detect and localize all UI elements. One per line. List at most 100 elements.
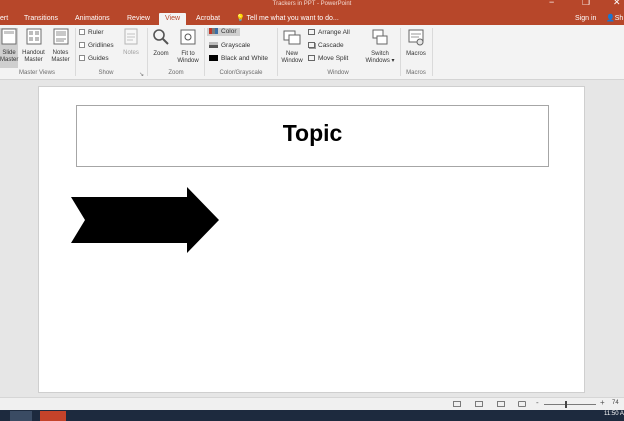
dialog-launcher-icon[interactable]: ↘ — [139, 71, 144, 78]
tell-me-text: Tell me what you want to do... — [246, 15, 339, 22]
share-label: Sh — [614, 15, 624, 22]
macros-label: Macros — [406, 51, 426, 57]
arrange-all-icon — [308, 29, 315, 35]
switch-windows-icon — [372, 29, 388, 45]
group-label-macros: Macros — [406, 70, 426, 76]
notes-icon — [124, 28, 138, 45]
taskbar: 11:50 A — [0, 410, 624, 421]
title-bar: Trackers in PPT - PowerPoint − ❐ ✕ ert T… — [0, 0, 624, 25]
new-window-button[interactable]: New Window — [279, 28, 305, 68]
notes-label: Notes — [123, 50, 139, 56]
handout-master-icon — [26, 28, 41, 45]
lightbulb-icon: 💡 — [236, 15, 245, 22]
minimize-icon[interactable]: − — [549, 0, 554, 7]
slide-master-button[interactable]: Slide Master — [0, 28, 18, 68]
powerpoint-taskbar-icon[interactable] — [40, 411, 66, 421]
ribbon-separator — [204, 28, 205, 76]
fit-window-icon — [180, 29, 196, 45]
move-split-label: Move Split — [318, 55, 349, 62]
group-label-master-views: Master Views — [19, 70, 55, 76]
slide[interactable]: Topic — [38, 86, 585, 393]
fit-label-1: Fit to — [181, 51, 195, 57]
cascade-label: Cascade — [318, 42, 344, 49]
slide-master-label-2: Master — [0, 57, 19, 63]
tab-view[interactable]: View — [159, 13, 187, 25]
grayscale-swatch-icon — [209, 42, 218, 48]
guides-checkbox[interactable]: Guides — [79, 55, 109, 63]
magnifier-icon — [153, 29, 169, 45]
tab-insert[interactable]: ert — [0, 13, 8, 25]
slide-master-label-1: Slide — [2, 50, 16, 56]
tab-animations[interactable]: Animations — [75, 13, 110, 25]
cascade-icon — [308, 42, 315, 48]
notes-master-icon — [53, 28, 68, 45]
macros-button[interactable]: Macros — [403, 28, 429, 68]
zoom-in-button[interactable]: + — [600, 398, 605, 407]
slide-master-icon — [1, 28, 17, 45]
share-icon: 👤 — [606, 15, 615, 22]
group-label-color: Color/Grayscale — [219, 70, 263, 76]
group-label-show: Show — [98, 70, 114, 76]
new-window-label-1: New — [285, 51, 298, 57]
zoom-button[interactable]: Zoom — [150, 28, 172, 68]
notes-master-button[interactable]: Notes Master — [48, 28, 73, 68]
grayscale-label: Grayscale — [221, 42, 251, 49]
slideshow-icon[interactable] — [518, 401, 526, 407]
zoom-slider-thumb[interactable] — [565, 401, 567, 408]
black-white-button[interactable]: Black and White — [209, 55, 268, 63]
close-icon[interactable]: ✕ — [613, 0, 621, 8]
arrange-all-label: Arrange All — [318, 29, 350, 36]
color-label: Color — [221, 28, 237, 35]
group-label-window: Window — [327, 70, 349, 76]
handout-label-1: Handout — [22, 50, 45, 56]
normal-view-icon[interactable] — [453, 401, 461, 407]
ribbon-separator — [147, 28, 148, 76]
switch-label-2: Windows ▾ — [365, 58, 395, 64]
handout-master-button[interactable]: Handout Master — [20, 28, 47, 68]
guides-label: Guides — [88, 55, 109, 62]
notes-master-label-2: Master — [51, 57, 70, 63]
ruler-checkbox[interactable]: Ruler — [79, 29, 104, 37]
notes-button[interactable]: Notes — [120, 28, 142, 68]
guides-check-icon[interactable] — [79, 55, 85, 61]
slide-sorter-icon[interactable] — [475, 401, 483, 407]
ribbon: Slide Master Handout Master Notes Master… — [0, 25, 624, 80]
move-split-icon — [308, 55, 315, 61]
handout-label-2: Master — [24, 57, 43, 63]
switch-windows-button[interactable]: Switch Windows ▾ — [362, 28, 398, 68]
share-button[interactable]: 👤Sh — [606, 13, 623, 25]
tab-acrobat[interactable]: Acrobat — [196, 13, 220, 25]
ruler-check-icon[interactable] — [79, 29, 85, 35]
move-split-button[interactable]: Move Split — [308, 55, 348, 63]
gridlines-checkbox[interactable]: Gridlines — [79, 42, 114, 50]
taskbar-clock: 11:50 A — [604, 411, 624, 417]
right-arrow-shape[interactable] — [71, 187, 219, 253]
restore-icon[interactable]: ❐ — [582, 0, 590, 8]
zoom-slider[interactable] — [544, 404, 596, 405]
grayscale-button[interactable]: Grayscale — [209, 42, 250, 50]
cascade-button[interactable]: Cascade — [308, 42, 344, 50]
fit-to-window-button[interactable]: Fit to Window — [174, 28, 202, 68]
gridlines-check-icon[interactable] — [79, 42, 85, 48]
ribbon-separator — [277, 28, 278, 76]
tab-transitions[interactable]: Transitions — [24, 13, 58, 25]
taskbar-app-icon[interactable] — [10, 411, 32, 421]
title-placeholder[interactable]: Topic — [76, 105, 549, 167]
ribbon-separator — [75, 28, 76, 76]
color-swatch-icon — [209, 28, 218, 34]
slide-title[interactable]: Topic — [77, 120, 548, 147]
new-window-label-2: Window — [281, 58, 303, 64]
arrange-all-button[interactable]: Arrange All — [308, 29, 350, 37]
tell-me-box[interactable]: 💡 Tell me what you want to do... — [236, 13, 339, 25]
zoom-label: Zoom — [153, 51, 169, 57]
group-label-zoom: Zoom — [168, 70, 184, 76]
color-button[interactable]: Color — [207, 28, 240, 36]
reading-view-icon[interactable] — [497, 401, 505, 407]
zoom-level[interactable]: 74 — [612, 400, 619, 406]
window-title: Trackers in PPT - PowerPoint — [272, 1, 352, 7]
ribbon-separator — [400, 28, 401, 76]
sign-in-link[interactable]: Sign in — [575, 13, 596, 25]
zoom-out-button[interactable]: - — [536, 398, 539, 407]
ruler-label: Ruler — [88, 29, 104, 36]
tab-review[interactable]: Review — [127, 13, 150, 25]
